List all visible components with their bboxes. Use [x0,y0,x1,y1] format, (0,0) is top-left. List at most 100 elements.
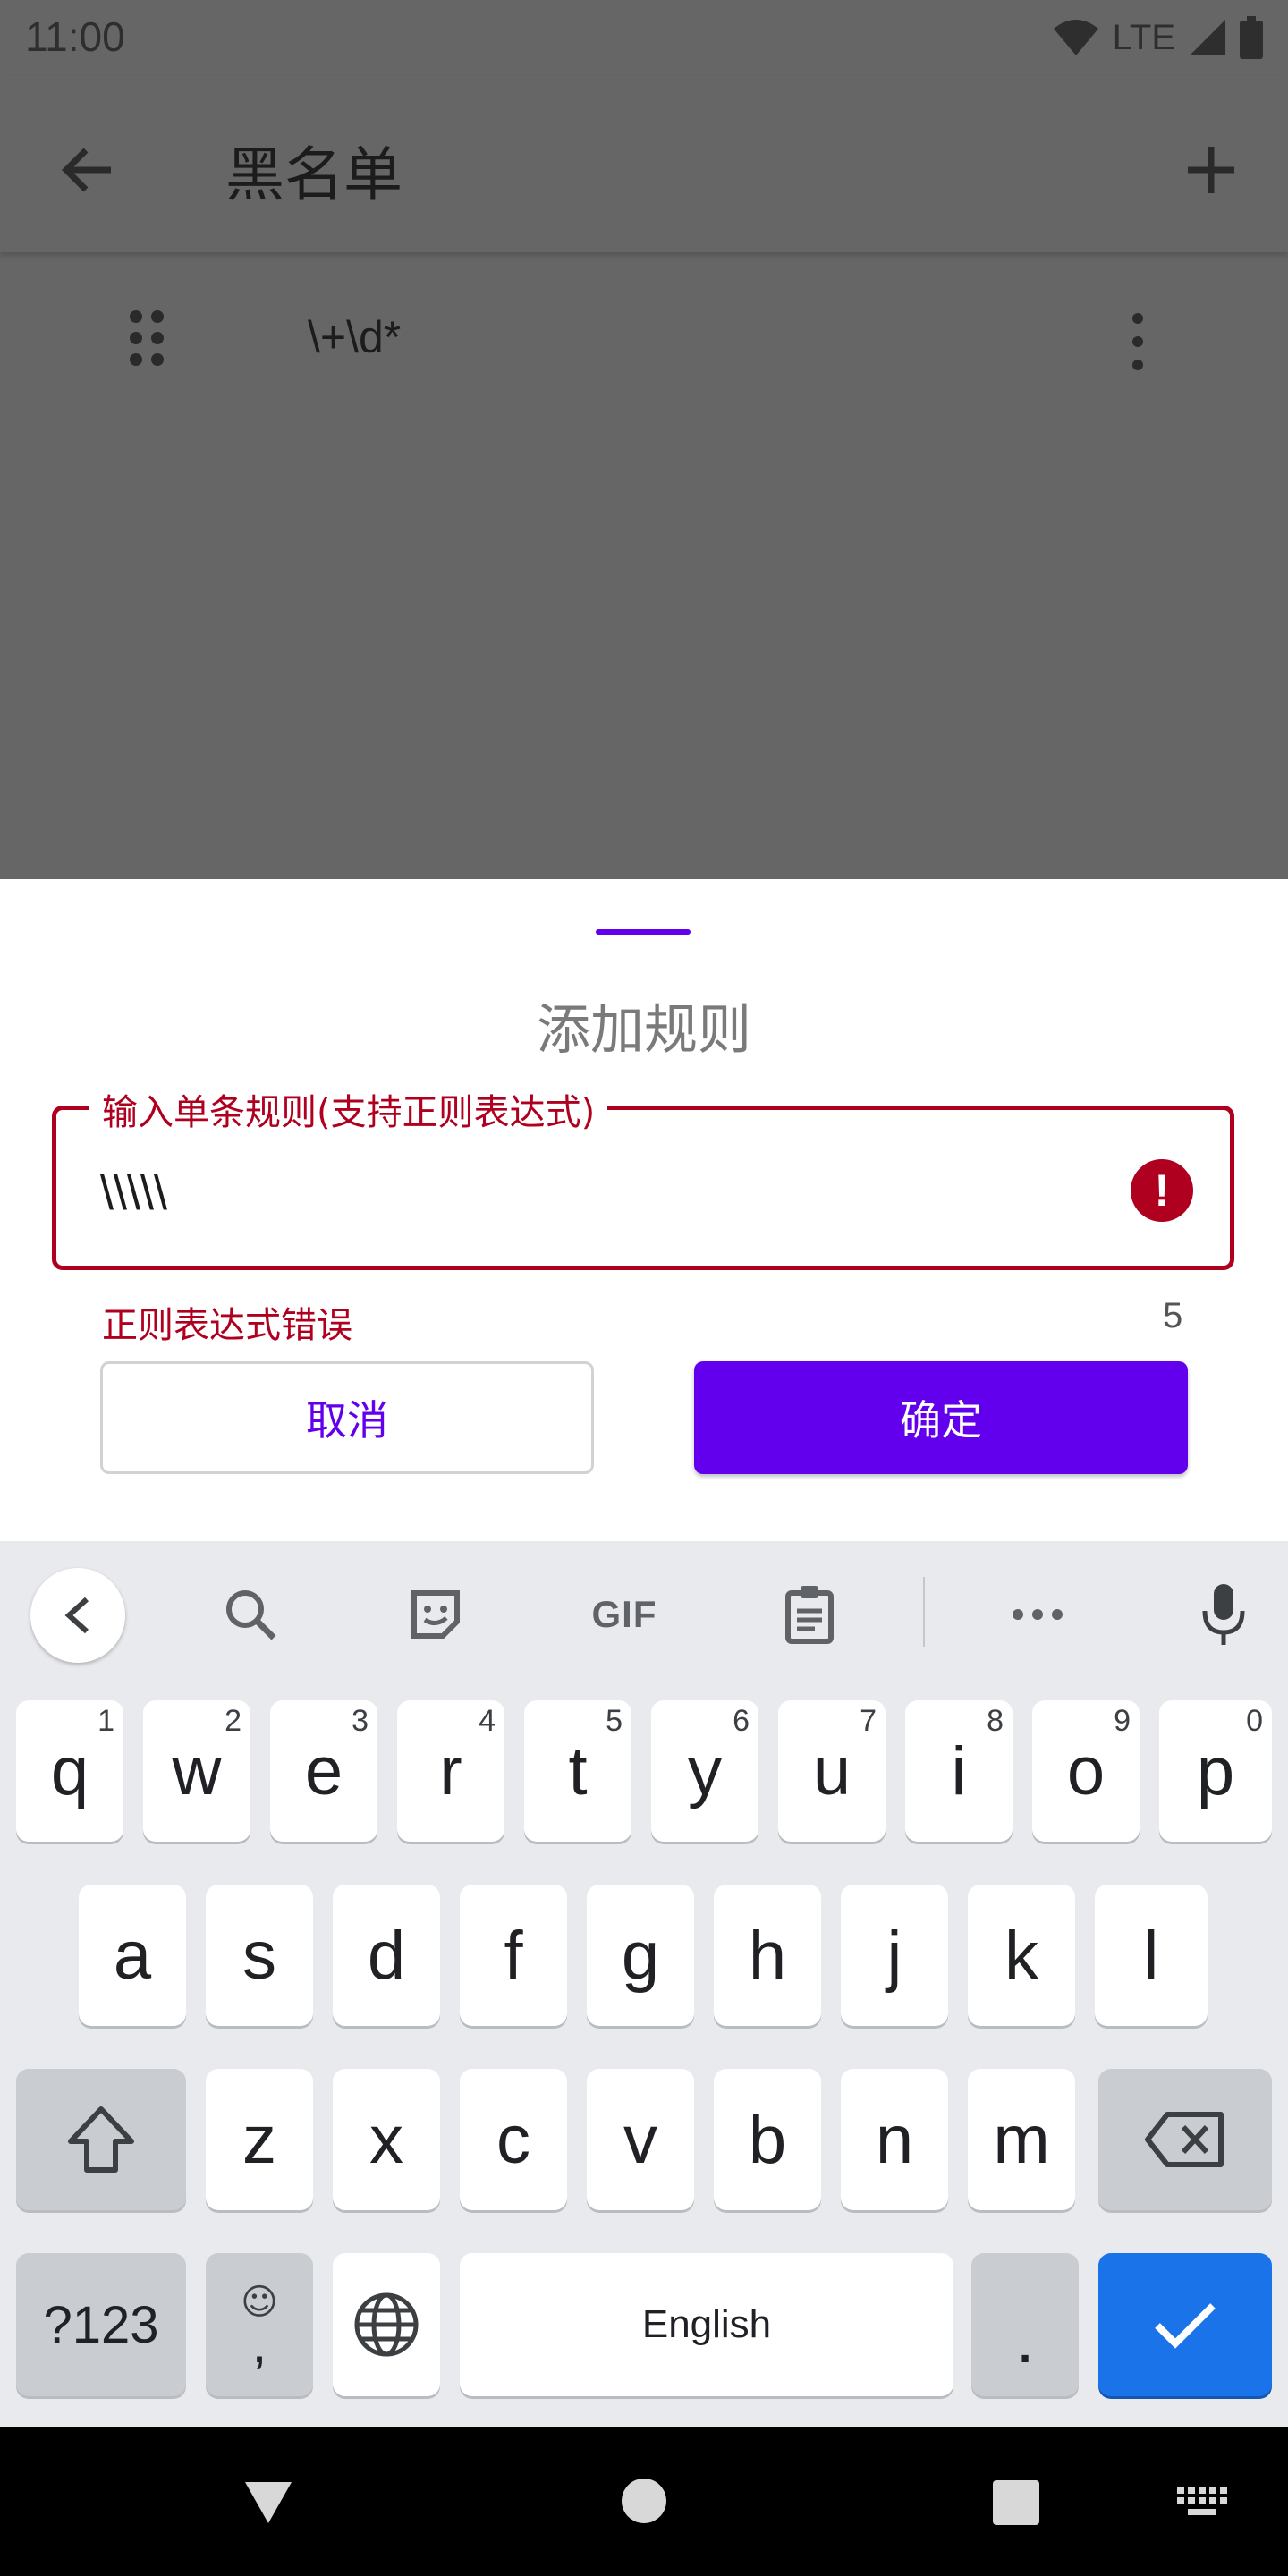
key-z[interactable]: z [206,2069,313,2210]
sheet-title: 添加规则 [537,999,751,1062]
nav-back-icon[interactable] [242,2479,295,2525]
more-horiz-icon[interactable] [1002,1579,1073,1650]
keyboard-toolbar: GIF [0,1541,1288,1681]
add-rule-sheet: 添加规则 输入单条规则(支持正则表达式) ! 正则表达式错误 5 取消 确定 [0,879,1288,1541]
shift-icon [68,2106,134,2173]
key-label: r [439,1733,462,1809]
shift-key[interactable] [16,2069,186,2210]
key-label: p [1196,1733,1235,1809]
key-d[interactable]: d [333,1885,440,2026]
key-n[interactable]: n [841,2069,948,2210]
space-key[interactable]: English [460,2253,953,2396]
status-bar: 11:00 LTE [0,0,1288,75]
key-b[interactable]: b [714,2069,821,2210]
list-item[interactable]: \+\d* [0,268,1288,411]
network-type: LTE [1112,17,1175,57]
microphone-icon[interactable] [1188,1579,1259,1650]
gif-icon[interactable]: GIF [584,1579,665,1650]
key-label: q [50,1733,89,1809]
navigation-bar [0,2427,1288,2576]
backspace-icon [1145,2112,1224,2167]
key-label: w [172,1733,222,1809]
key-y[interactable]: y6 [651,1700,758,1842]
key-e[interactable]: e3 [270,1700,377,1842]
back-arrow-icon[interactable] [50,132,125,208]
key-u[interactable]: u7 [778,1700,886,1842]
status-icons: LTE [1052,14,1263,61]
key-i[interactable]: i8 [905,1700,1013,1842]
key-label: i [951,1733,967,1809]
key-c[interactable]: c [460,2069,567,2210]
key-label: t [568,1733,588,1809]
soft-keyboard: GIF q1 w2 e3 r4 t5 y6 u7 i8 o9 p0 a s d … [0,1541,1288,2427]
nav-recents-icon[interactable] [993,2480,1039,2525]
key-w[interactable]: w2 [143,1700,250,1842]
key-hint: 3 [352,1704,369,1738]
key-p[interactable]: p0 [1159,1700,1272,1842]
app-bar: 黑名单 [0,75,1288,252]
key-q[interactable]: q1 [16,1700,123,1842]
key-hint: 1 [97,1704,114,1738]
char-counter: 5 [1163,1296,1183,1335]
key-l[interactable]: l [1095,1885,1208,2026]
key-o[interactable]: o9 [1032,1700,1140,1842]
wifi-icon [1053,20,1098,55]
sheet-drag-handle[interactable] [596,929,691,935]
language-key[interactable] [333,2253,440,2396]
key-h[interactable]: h [714,1885,821,2026]
cancel-button[interactable]: 取消 [100,1361,594,1474]
key-t[interactable]: t5 [524,1700,631,1842]
dimmed-background: 11:00 LTE 黑名单 \+\d* [0,0,1288,879]
key-label: y [688,1733,722,1809]
error-helper-text: 正则表达式错误 [102,1305,352,1346]
key-v[interactable]: v [587,2069,694,2210]
clipboard-icon[interactable] [774,1579,845,1650]
key-hint: 7 [860,1704,877,1738]
key-label: u [812,1733,852,1809]
enter-key[interactable] [1098,2253,1272,2396]
nav-home-icon[interactable] [621,2478,667,2524]
key-k[interactable]: k [968,1885,1075,2026]
key-hint: 2 [225,1704,242,1738]
key-f[interactable]: f [460,1885,567,2026]
signal-icon [1190,20,1225,55]
emoji-comma-key[interactable]: ☺ , [206,2253,313,2396]
page-title: 黑名单 [225,140,402,209]
keyboard-switch-icon[interactable] [1177,2487,1227,2520]
key-hint: 5 [606,1704,623,1738]
key-g[interactable]: g [587,1885,694,2026]
key-r[interactable]: r4 [397,1700,504,1842]
add-icon[interactable] [1174,132,1249,208]
key-label: e [304,1733,343,1809]
key-s[interactable]: s [206,1885,313,2026]
backspace-key[interactable] [1098,2069,1272,2210]
search-icon[interactable] [215,1579,286,1650]
comma-label: , [251,2314,267,2374]
key-hint: 6 [733,1704,750,1738]
more-vert-icon[interactable] [1120,309,1156,374]
key-hint: 8 [987,1704,1004,1738]
toolbar-divider [923,1577,925,1647]
battery-icon [1240,16,1263,59]
confirm-button[interactable]: 确定 [694,1361,1188,1474]
key-hint: 4 [479,1704,496,1738]
key-m[interactable]: m [968,2069,1075,2210]
field-label: 输入单条规则(支持正则表达式) [89,1083,608,1135]
error-icon: ! [1131,1159,1193,1222]
symbols-key[interactable]: ?123 [16,2253,186,2396]
globe-icon [354,2292,419,2357]
rule-input[interactable] [100,1165,1066,1221]
key-j[interactable]: j [841,1885,948,2026]
drag-handle-icon[interactable] [127,309,166,367]
key-hint: 0 [1246,1704,1263,1738]
key-label: o [1066,1733,1106,1809]
rule-pattern: \+\d* [308,312,402,362]
period-key[interactable]: . [971,2253,1079,2396]
chevron-left-icon[interactable] [30,1568,125,1663]
check-icon [1155,2303,1216,2349]
key-x[interactable]: x [333,2069,440,2210]
key-hint: 9 [1114,1704,1131,1738]
key-a[interactable]: a [79,1885,186,2026]
status-time: 11:00 [25,13,125,60]
sticker-icon[interactable] [400,1579,471,1650]
